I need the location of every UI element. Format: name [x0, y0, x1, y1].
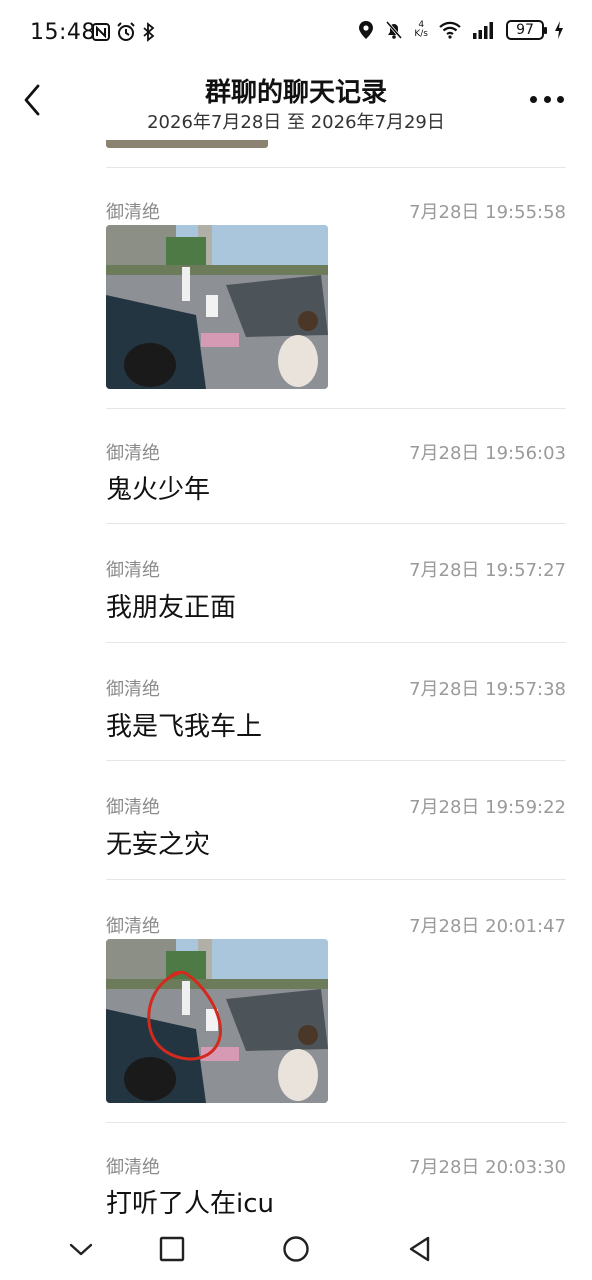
message-time: 7月28日 19:57:38	[409, 679, 566, 700]
more-dots-icon	[530, 95, 537, 103]
wifi-icon	[439, 21, 461, 39]
back-triangle-icon	[409, 1236, 430, 1262]
message-time: 7月28日 19:57:27	[409, 560, 566, 581]
message-sender: 御清绝	[106, 679, 160, 700]
car-accident-photo[interactable]	[106, 225, 328, 389]
charging-icon	[555, 21, 563, 39]
message-sender: 御清绝	[106, 797, 160, 818]
message-sender: 御清绝	[106, 916, 160, 937]
system-navigation-bar	[0, 1218, 592, 1280]
message-text[interactable]: 我是飞我车上	[106, 706, 262, 743]
message-sender: 御清绝	[106, 443, 160, 464]
status-right-icons: 4 K/s 97	[358, 20, 564, 40]
collapse-nav-button[interactable]	[64, 1232, 98, 1266]
message-text[interactable]: 鬼火少年	[106, 469, 210, 506]
net-speed-unit: K/s	[414, 29, 428, 39]
page-title: 群聊的聊天记录	[204, 78, 387, 108]
signal-icon	[473, 22, 493, 39]
message-sender: 御清绝	[106, 560, 160, 581]
message-time: 7月28日 20:03:30	[409, 1157, 566, 1178]
mute-icon	[386, 21, 403, 39]
message-text[interactable]: 打听了人在icu	[106, 1183, 274, 1220]
previous-image-fragment[interactable]	[106, 140, 268, 148]
bluetooth-icon	[143, 22, 155, 42]
recents-button[interactable]	[155, 1232, 189, 1266]
net-speed: 4 K/s	[414, 21, 428, 39]
home-circle-icon	[283, 1236, 309, 1262]
message-time: 7月28日 19:59:22	[409, 797, 566, 818]
message-sender: 御清绝	[106, 202, 160, 223]
status-time: 15:48	[30, 20, 96, 45]
message-item: 御清绝 7月28日 20:03:30 打听了人在icu	[106, 1122, 566, 1232]
message-item: 御清绝 7月28日 19:57:27 我朋友正面	[106, 523, 566, 642]
message-time: 7月28日 19:55:58	[409, 202, 566, 223]
home-button[interactable]	[279, 1232, 313, 1266]
date-range: 2026年7月28日 至 2026年7月29日	[147, 112, 445, 133]
battery-indicator: 97	[506, 20, 547, 40]
message-sender: 御清绝	[106, 1157, 160, 1178]
location-icon	[359, 21, 374, 39]
alarm-icon	[117, 22, 135, 41]
status-left-icons	[92, 22, 156, 42]
message-time: 7月28日 19:56:03	[409, 443, 566, 464]
message-item: 御清绝 7月28日 19:55:58	[106, 167, 566, 408]
chat-history-header: 群聊的聊天记录 2026年7月28日 至 2026年7月29日	[0, 66, 592, 140]
message-text[interactable]: 无妄之灾	[106, 824, 210, 861]
more-options-button[interactable]	[530, 92, 564, 106]
recents-square-icon	[159, 1236, 185, 1262]
message-item: 御清绝 7月28日 19:56:03 鬼火少年	[106, 408, 566, 523]
message-item: 御清绝 7月28日 20:01:47	[106, 879, 566, 1122]
message-item: 御清绝 7月28日 19:57:38 我是飞我车上	[106, 642, 566, 760]
nfc-icon	[92, 23, 110, 41]
status-bar: 15:48 4 K/s 97	[0, 0, 592, 66]
message-time: 7月28日 20:01:47	[409, 916, 566, 937]
car-accident-photo-circled[interactable]	[106, 939, 328, 1103]
collapse-chevron-icon	[69, 1243, 93, 1256]
system-back-button[interactable]	[403, 1232, 437, 1266]
message-text[interactable]: 我朋友正面	[106, 587, 236, 624]
message-item: 御清绝 7月28日 19:59:22 无妄之灾	[106, 760, 566, 879]
